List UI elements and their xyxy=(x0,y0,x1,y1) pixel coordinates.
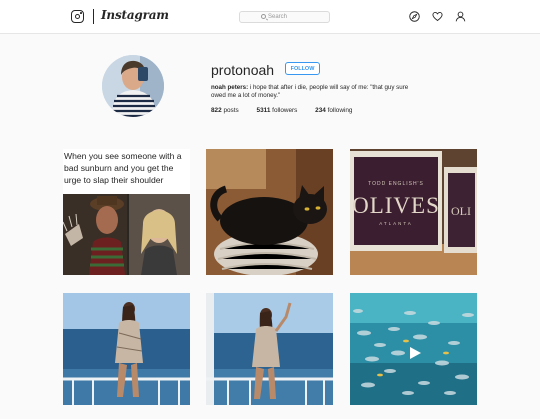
instagram-wordmark[interactable]: Instagram xyxy=(101,8,169,22)
search-icon xyxy=(261,14,266,19)
following-count: 234 xyxy=(315,107,326,114)
profile-bio: noah peters: i hope that after i die, pe… xyxy=(211,84,411,100)
post-tile[interactable]: When you see someone with a bad sunburn … xyxy=(63,149,190,275)
sign-partial-text: OLI xyxy=(451,204,471,218)
instagram-logo-icon[interactable] xyxy=(71,10,84,23)
post-tile[interactable] xyxy=(350,293,477,419)
followers-count: 5311 xyxy=(256,107,271,114)
post-tile[interactable] xyxy=(206,293,333,419)
avatar[interactable] xyxy=(102,55,164,117)
profile-stats: 822 posts 5311 followers 234 following xyxy=(211,107,369,114)
post-image xyxy=(206,293,333,405)
heart-icon[interactable] xyxy=(432,11,443,22)
post-image xyxy=(63,293,190,405)
post-tile[interactable]: TODD ENGLISH'S OLIVES ATLANTA OLI xyxy=(350,149,477,275)
followers-label: followers xyxy=(270,107,298,114)
post-tile[interactable] xyxy=(63,293,190,419)
logo-divider xyxy=(93,9,94,24)
top-nav-bar: Instagram Search xyxy=(0,0,540,34)
post-image: TODD ENGLISH'S OLIVES ATLANTA OLI xyxy=(350,149,477,275)
sign-small-text: TODD ENGLISH'S xyxy=(368,181,424,187)
compass-icon[interactable] xyxy=(409,11,420,22)
posts-count-stat[interactable]: 822 posts xyxy=(211,107,239,114)
sign-big-text: OLIVES xyxy=(352,193,440,218)
posts-count: 822 xyxy=(211,107,222,114)
play-icon[interactable] xyxy=(408,346,422,360)
follow-button[interactable]: FOLLOW xyxy=(285,62,320,75)
following-label: following xyxy=(325,107,353,114)
meme-caption: When you see someone with a bad sunburn … xyxy=(64,151,182,185)
profile-username: protonoah xyxy=(211,62,275,78)
meme-image xyxy=(63,194,190,275)
following-count-stat[interactable]: 234 following xyxy=(315,107,352,114)
search-placeholder: Search xyxy=(268,14,288,20)
post-image xyxy=(206,149,333,275)
posts-label: posts xyxy=(221,107,239,114)
profile-full-name: noah peters: xyxy=(211,84,249,91)
person-icon[interactable] xyxy=(455,11,466,22)
search-input[interactable]: Search xyxy=(239,11,330,23)
followers-count-stat[interactable]: 5311 followers xyxy=(257,107,298,114)
post-tile[interactable] xyxy=(206,149,333,275)
sign-sub-text: ATLANTA xyxy=(379,221,413,226)
